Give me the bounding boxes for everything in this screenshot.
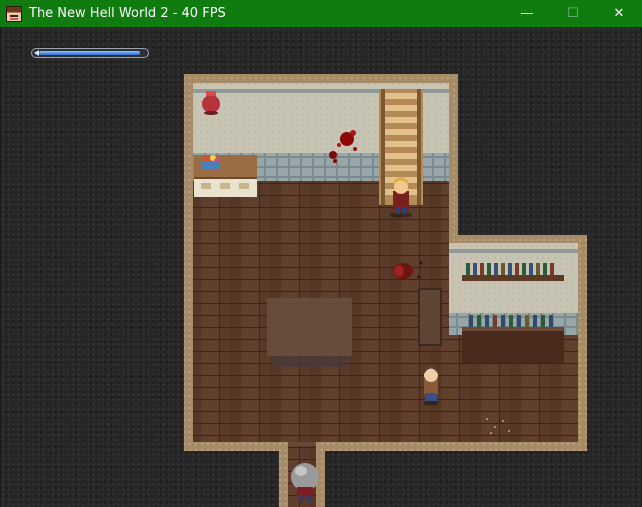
- title-bar[interactable]: The New Hell World 2 - 40 FPS — ☐ ✕: [0, 0, 642, 27]
- close-icon: ✕: [613, 6, 625, 21]
- floor-rug: [267, 298, 352, 356]
- side-door[interactable]: [418, 288, 442, 346]
- app-icon: [6, 5, 22, 22]
- game-viewport[interactable]: [1, 27, 641, 507]
- flower-cabinet[interactable]: [194, 155, 257, 197]
- minimize-icon: —: [520, 6, 534, 21]
- window-title: The New Hell World 2 - 40 FPS: [29, 6, 226, 21]
- door-frame: [288, 442, 316, 446]
- close-button[interactable]: ✕: [596, 0, 642, 27]
- game-window: The New Hell World 2 - 40 FPS — ☐ ✕: [0, 0, 642, 507]
- map-scene: [184, 74, 587, 507]
- npc-girl[interactable]: [423, 365, 439, 406]
- window-controls: — ☐ ✕: [504, 0, 642, 27]
- maximize-button[interactable]: ☐: [550, 0, 596, 27]
- minimize-button[interactable]: —: [504, 0, 550, 27]
- maximize-icon: ☐: [567, 6, 579, 21]
